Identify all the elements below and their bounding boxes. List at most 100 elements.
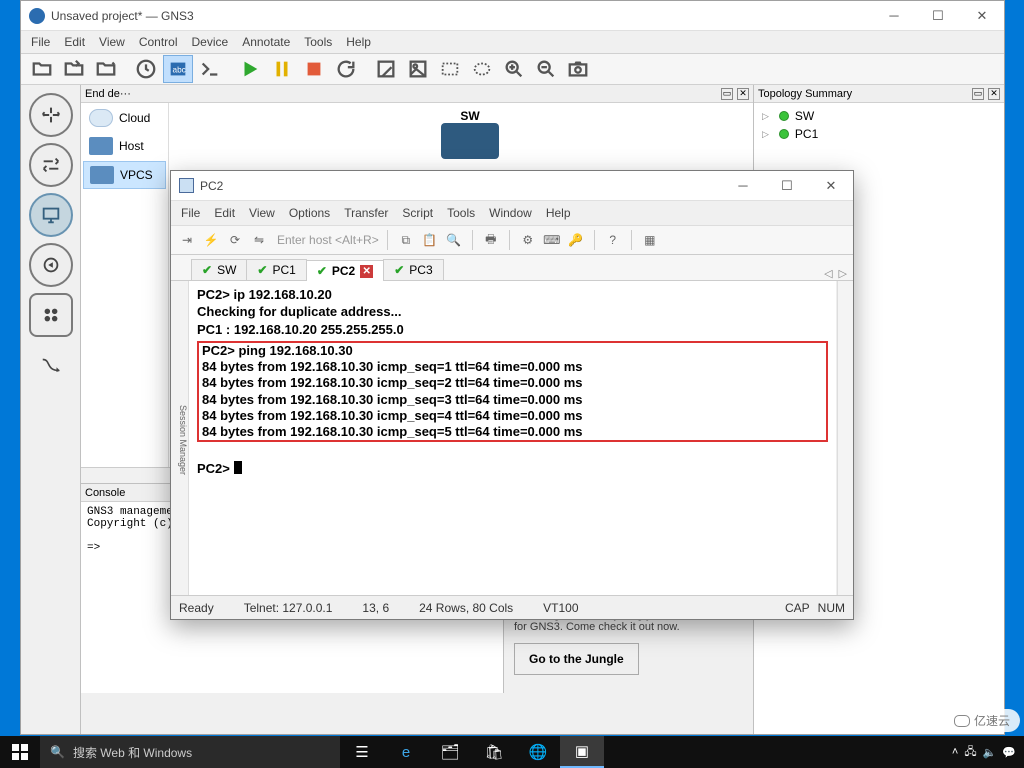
pause-icon[interactable] (267, 55, 297, 83)
tray-notification-icon[interactable]: 💬 (1002, 746, 1016, 759)
taskbar-search[interactable]: 🔍搜索 Web 和 Windows (40, 736, 340, 768)
switches-icon[interactable] (29, 143, 73, 187)
rectangle-icon[interactable] (435, 55, 465, 83)
end-devices-icon[interactable] (29, 193, 73, 237)
gns3-taskbar-icon[interactable]: ▣ (560, 736, 604, 768)
tab-scroll-left-icon[interactable]: ◁ (824, 267, 832, 280)
pc2-menu-script[interactable]: Script (402, 206, 433, 220)
copy-icon[interactable]: ⧉ (396, 230, 416, 250)
image-icon[interactable] (403, 55, 433, 83)
pc2-menu-transfer[interactable]: Transfer (344, 206, 388, 220)
pc2-menu-file[interactable]: File (181, 206, 200, 220)
pane-close-icon[interactable]: ✕ (737, 88, 749, 100)
topo-close-icon[interactable]: ✕ (988, 88, 1000, 100)
pc2-menu-window[interactable]: Window (489, 206, 532, 220)
reload-icon[interactable] (331, 55, 361, 83)
pc2-menu-edit[interactable]: Edit (214, 206, 235, 220)
help-icon[interactable]: ? (603, 230, 623, 250)
pc2-menu-tools[interactable]: Tools (447, 206, 475, 220)
watermark: 亿速云 (944, 709, 1020, 732)
keyboard-icon[interactable]: ⌨ (542, 230, 562, 250)
disconnect-icon[interactable]: ⇋ (249, 230, 269, 250)
find-icon[interactable]: 🔍 (444, 230, 464, 250)
session-manager-sidebar[interactable]: Session Manager (171, 281, 189, 595)
host-hint[interactable]: Enter host <Alt+R> (277, 233, 379, 247)
print-icon[interactable]: 🖶 (481, 230, 501, 250)
save-project-icon[interactable] (91, 55, 121, 83)
tab-pc2[interactable]: ✔PC2✕ (306, 260, 384, 281)
store-icon[interactable]: 🛍 (472, 736, 516, 768)
tab-sw[interactable]: ✔SW (191, 259, 247, 280)
tab-pc3[interactable]: ✔PC3 (383, 259, 443, 280)
minimize-button[interactable]: ─ (872, 1, 916, 31)
zoom-in-icon[interactable] (499, 55, 529, 83)
tab-close-icon[interactable]: ✕ (360, 265, 373, 278)
pc2-menu-options[interactable]: Options (289, 206, 330, 220)
stop-icon[interactable] (299, 55, 329, 83)
quick-connect-icon[interactable]: ⚡ (201, 230, 221, 250)
ellipse-icon[interactable] (467, 55, 497, 83)
session-manager-icon[interactable]: ⇥ (177, 230, 197, 250)
status-ready: Ready (179, 601, 214, 615)
explorer-icon[interactable]: 🗂 (428, 736, 472, 768)
tray-network-icon[interactable]: 🖧 (964, 743, 976, 762)
topo-float-icon[interactable]: ▭ (972, 88, 984, 100)
maximize-button[interactable]: ☐ (916, 1, 960, 31)
reconnect-icon[interactable]: ⟳ (225, 230, 245, 250)
pc2-maximize-button[interactable]: ☐ (765, 171, 809, 201)
tray-volume-icon[interactable]: 🔈 (983, 746, 997, 759)
routers-icon[interactable] (29, 93, 73, 137)
key-icon[interactable]: 🔑 (566, 230, 586, 250)
tile-icon[interactable]: ▦ (640, 230, 660, 250)
pc2-menu-help[interactable]: Help (546, 206, 571, 220)
paste-icon[interactable]: 📋 (420, 230, 440, 250)
edge-icon[interactable]: e (384, 736, 428, 768)
pc2-menu-view[interactable]: View (249, 206, 275, 220)
open-project-icon[interactable] (27, 55, 57, 83)
show-labels-icon[interactable]: abc (163, 55, 193, 83)
system-tray[interactable]: ˄ 🖧 🔈 💬 (944, 743, 1024, 762)
status-size: 24 Rows, 80 Cols (419, 601, 513, 615)
menu-view[interactable]: View (99, 35, 125, 49)
pc2-close-button[interactable]: ✕ (809, 171, 853, 201)
snapshot-icon[interactable] (131, 55, 161, 83)
start-icon[interactable] (235, 55, 265, 83)
note-icon[interactable] (371, 55, 401, 83)
device-vpcs[interactable]: VPCS (83, 161, 166, 189)
go-to-jungle-button[interactable]: Go to the Jungle (514, 643, 639, 675)
pc2-minimize-button[interactable]: ─ (721, 171, 765, 201)
close-button[interactable]: ✕ (960, 1, 1004, 31)
menu-help[interactable]: Help (346, 35, 371, 49)
tab-pc1[interactable]: ✔PC1 (246, 259, 306, 280)
switch-node-icon[interactable] (441, 123, 499, 159)
menu-edit[interactable]: Edit (64, 35, 85, 49)
all-devices-icon[interactable] (29, 293, 73, 337)
settings-icon[interactable]: ⚙ (518, 230, 538, 250)
device-cloud[interactable]: Cloud (83, 105, 166, 131)
pane-float-icon[interactable]: ▭ (721, 88, 733, 100)
cloud-icon (89, 109, 113, 127)
security-devices-icon[interactable] (29, 243, 73, 287)
browser-icon[interactable]: 🌐 (516, 736, 560, 768)
new-project-icon[interactable] (59, 55, 89, 83)
device-host[interactable]: Host (83, 133, 166, 159)
start-button[interactable] (0, 736, 40, 768)
terminal-output[interactable]: PC2> ip 192.168.10.20 Checking for dupli… (189, 281, 837, 595)
term-scrollbar[interactable] (837, 281, 853, 595)
menu-file[interactable]: File (31, 35, 50, 49)
task-view-icon[interactable]: ☰ (340, 736, 384, 768)
console-icon[interactable] (195, 55, 225, 83)
zoom-out-icon[interactable] (531, 55, 561, 83)
topology-summary-title: Topology Summary (758, 88, 852, 100)
menu-device[interactable]: Device (192, 35, 229, 49)
add-link-icon[interactable] (29, 343, 73, 387)
screenshot-icon[interactable] (563, 55, 593, 83)
topology-item-pc1[interactable]: ▷PC1 (762, 125, 996, 143)
topology-item-sw[interactable]: ▷SW (762, 107, 996, 125)
pc2-tabbar: ✔SW ✔PC1 ✔PC2✕ ✔PC3 ◁ ▷ (171, 255, 853, 281)
menu-annotate[interactable]: Annotate (242, 35, 290, 49)
tab-scroll-right-icon[interactable]: ▷ (839, 267, 847, 280)
tray-up-icon[interactable]: ˄ (952, 746, 958, 758)
menu-tools[interactable]: Tools (304, 35, 332, 49)
menu-control[interactable]: Control (139, 35, 178, 49)
